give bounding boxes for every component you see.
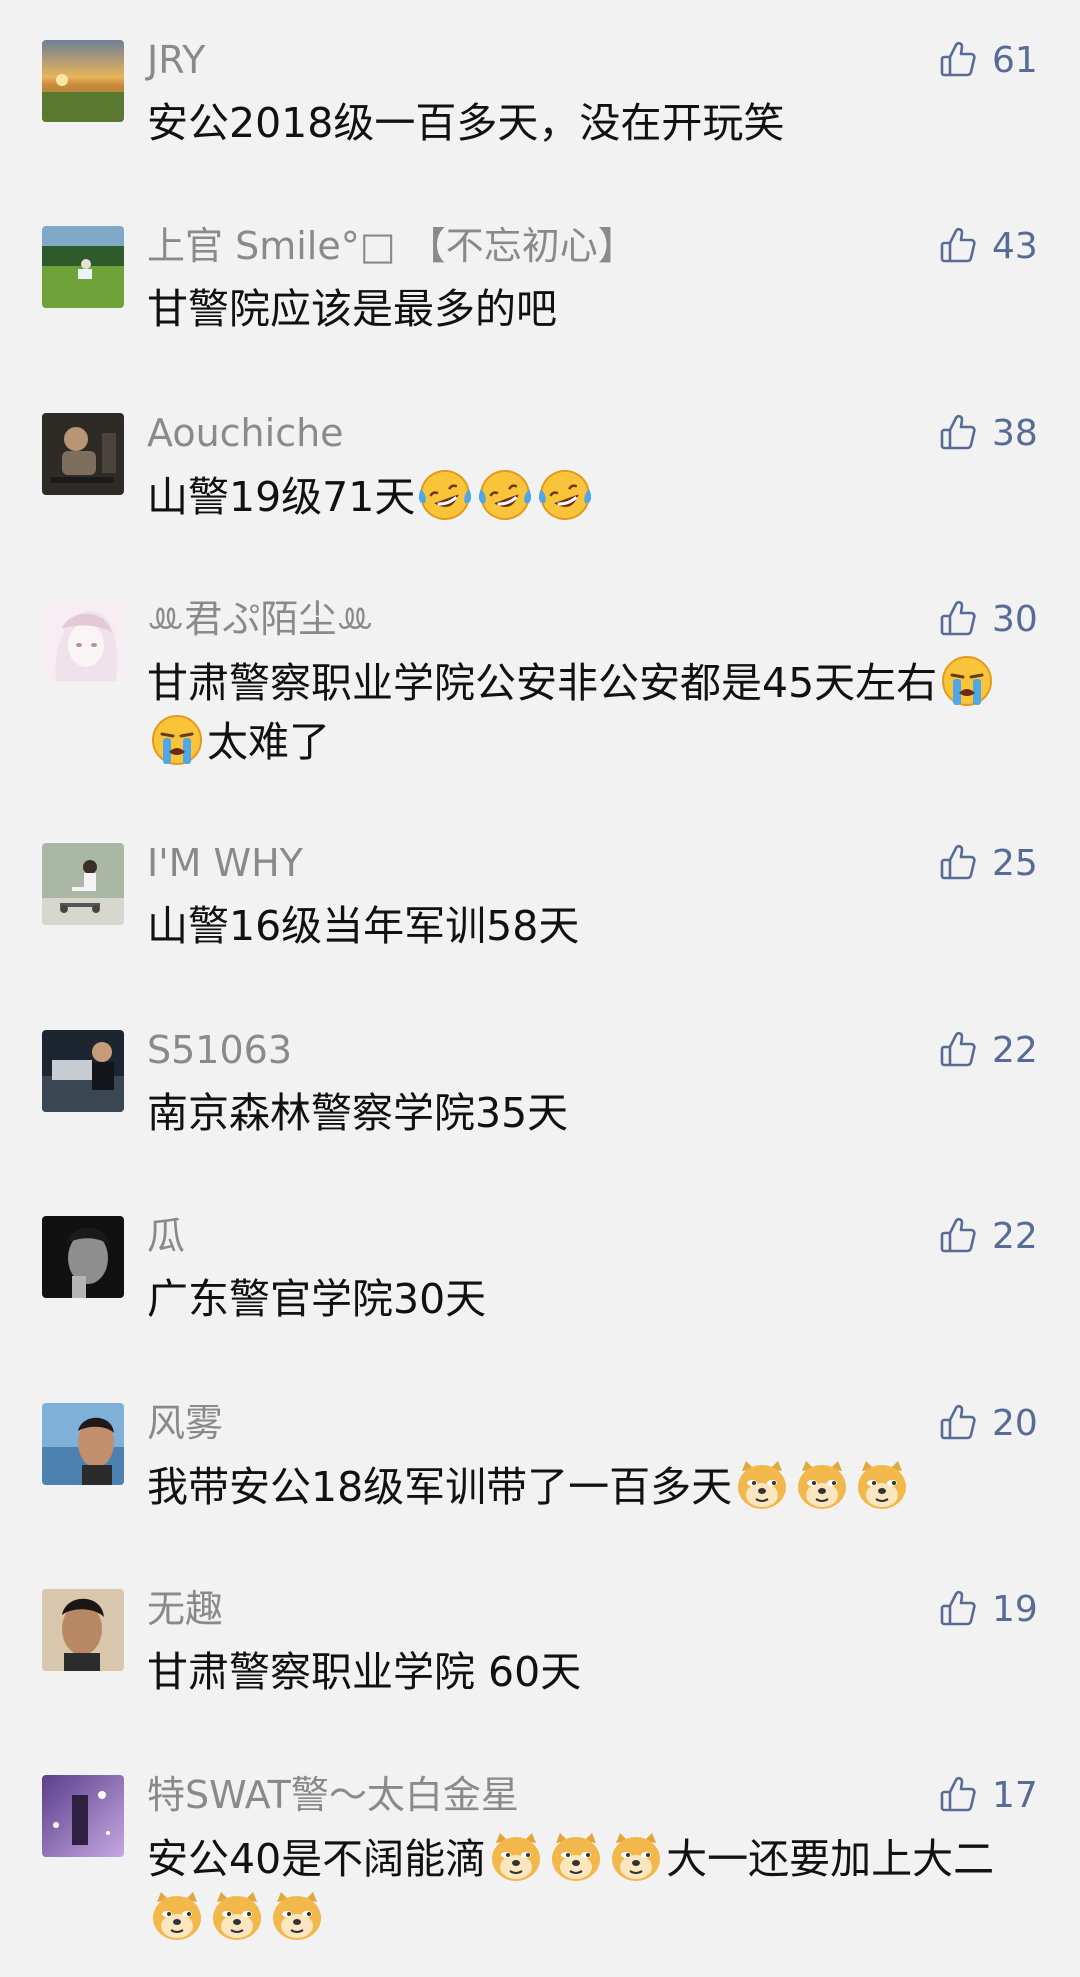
avatar[interactable]: [42, 1403, 124, 1485]
doge-emoji: [269, 1888, 325, 1944]
comment-text: 安公40是不阔能滴 大一还要加上大二: [147, 1829, 1047, 1947]
doge-emoji: [548, 1829, 604, 1885]
purple-night-photo: [42, 1775, 124, 1857]
like-count: 22: [992, 1215, 1038, 1257]
comment-text-segment: 大一还要加上大二: [666, 1835, 995, 1883]
thumbs-up-icon[interactable]: [938, 413, 978, 453]
like-count: 19: [992, 1588, 1038, 1630]
comment-nickname[interactable]: I'M WHY: [147, 837, 303, 889]
thumbs-up-icon[interactable]: [938, 226, 978, 266]
avatar[interactable]: [42, 40, 124, 122]
comment-text: 山警19级71天: [147, 467, 1047, 526]
selfie-portrait-photo: [42, 1589, 124, 1671]
comment-list: JRY 61 安公2018级一百多天，没在开玩笑 上官 Smile°□ 【不忘初…: [0, 0, 1080, 1977]
like-count: 30: [992, 598, 1038, 640]
comment-nickname[interactable]: 风雾: [147, 1397, 223, 1449]
comment-nickname[interactable]: S51063: [147, 1024, 292, 1076]
police-car-photo: [42, 1030, 124, 1112]
thumbs-up-icon[interactable]: [938, 1589, 978, 1629]
doge-emoji: [794, 1457, 850, 1513]
like-button[interactable]: 22: [938, 1022, 1038, 1078]
sunset-field-photo: [42, 40, 124, 122]
like-button[interactable]: 38: [938, 405, 1038, 461]
like-button[interactable]: 30: [938, 591, 1038, 647]
comment-nickname[interactable]: 上官 Smile°□ 【不忘初心】: [147, 220, 636, 272]
comment-text: 山警16级当年军训58天: [147, 897, 1047, 955]
thumbs-up-icon[interactable]: [938, 1403, 978, 1443]
comment-text-segment: 山警19级71天: [147, 473, 416, 521]
grass-park-photo: [42, 226, 124, 308]
like-count: 38: [992, 412, 1038, 454]
thumbs-up-icon[interactable]: [938, 1030, 978, 1070]
comment-nickname[interactable]: ꔛ君ぷ陌尘ꔛ: [147, 593, 374, 645]
like-button[interactable]: 25: [938, 835, 1038, 891]
avatar[interactable]: [42, 1589, 124, 1671]
avatar[interactable]: [42, 1216, 124, 1298]
loudly-crying-emoji: [149, 712, 205, 768]
thumbs-up-icon[interactable]: [938, 1775, 978, 1815]
avatar[interactable]: [42, 599, 124, 681]
laughing-crying-emoji: [537, 467, 593, 523]
comment-nickname[interactable]: 瓜: [147, 1210, 185, 1262]
comment-text-segment: 我带安公18级军训带了一百多天: [147, 1463, 733, 1511]
like-button[interactable]: 20: [938, 1395, 1038, 1451]
comment-nickname[interactable]: 特SWAT警～太白金星: [147, 1769, 519, 1821]
like-count: 61: [992, 39, 1038, 81]
comment-text-segment: 甘肃警察职业学院 60天: [147, 1648, 582, 1696]
comment-nickname[interactable]: Aouchiche: [147, 407, 344, 459]
thumbs-up-icon[interactable]: [938, 40, 978, 80]
avatar[interactable]: [42, 413, 124, 495]
like-count: 43: [992, 225, 1038, 267]
comment-nickname[interactable]: JRY: [147, 34, 205, 86]
comment-text: 南京森林警察学院35天: [147, 1084, 1047, 1142]
comment-text-segment: 太难了: [207, 718, 330, 766]
thumbs-up-icon[interactable]: [938, 599, 978, 639]
doge-emoji: [854, 1457, 910, 1513]
comment-text: 我带安公18级军训带了一百多天: [147, 1457, 1047, 1516]
like-button[interactable]: 22: [938, 1208, 1038, 1264]
avatar[interactable]: [42, 1775, 124, 1857]
comment-text-segment: 山警16级当年军训58天: [147, 902, 580, 950]
avatar[interactable]: [42, 226, 124, 308]
comment-text-segment: 甘肃警察职业学院公安非公安都是45天左右: [147, 659, 938, 707]
doge-emoji: [488, 1829, 544, 1885]
doge-emoji: [734, 1457, 790, 1513]
comment-text-segment: 广东警官学院30天: [147, 1275, 487, 1323]
thumbs-up-icon[interactable]: [938, 1216, 978, 1256]
like-button[interactable]: 61: [938, 32, 1038, 88]
avatar[interactable]: [42, 1030, 124, 1112]
like-count: 20: [992, 1402, 1038, 1444]
like-count: 25: [992, 842, 1038, 884]
bw-portrait-photo: [42, 1216, 124, 1298]
comment-text: 广东警官学院30天: [147, 1270, 1047, 1328]
comment-text: 甘肃警察职业学院公安非公安都是45天左右太难了: [147, 653, 1047, 771]
comment-text: 甘警院应该是最多的吧: [147, 280, 1047, 338]
thumbs-up-icon[interactable]: [938, 843, 978, 883]
doge-emoji: [209, 1888, 265, 1944]
comment-text-segment: 甘警院应该是最多的吧: [147, 285, 557, 333]
avatar[interactable]: [42, 843, 124, 925]
seaside-portrait-photo: [42, 1403, 124, 1485]
comment-text-segment: 安公40是不阔能滴: [147, 1835, 487, 1883]
like-count: 17: [992, 1774, 1038, 1816]
doge-emoji: [608, 1829, 664, 1885]
comment-text: 安公2018级一百多天，没在开玩笑: [147, 94, 1047, 152]
child-scooter-photo: [42, 843, 124, 925]
comment-text-segment: 南京森林警察学院35天: [147, 1089, 569, 1137]
laughing-crying-emoji: [417, 467, 473, 523]
doge-emoji: [149, 1888, 205, 1944]
comment-text-segment: 安公2018级一百多天，没在开玩笑: [147, 99, 785, 147]
like-button[interactable]: 19: [938, 1581, 1038, 1637]
like-count: 22: [992, 1029, 1038, 1071]
like-button[interactable]: 43: [938, 218, 1038, 274]
comment-nickname[interactable]: 无趣: [147, 1583, 223, 1635]
skateboarder-photo: [42, 413, 124, 495]
like-button[interactable]: 17: [938, 1767, 1038, 1823]
anime-girl-illustration: [42, 599, 124, 681]
loudly-crying-emoji: [939, 653, 995, 709]
comment-text: 甘肃警察职业学院 60天: [147, 1643, 1047, 1701]
laughing-crying-emoji: [477, 467, 533, 523]
